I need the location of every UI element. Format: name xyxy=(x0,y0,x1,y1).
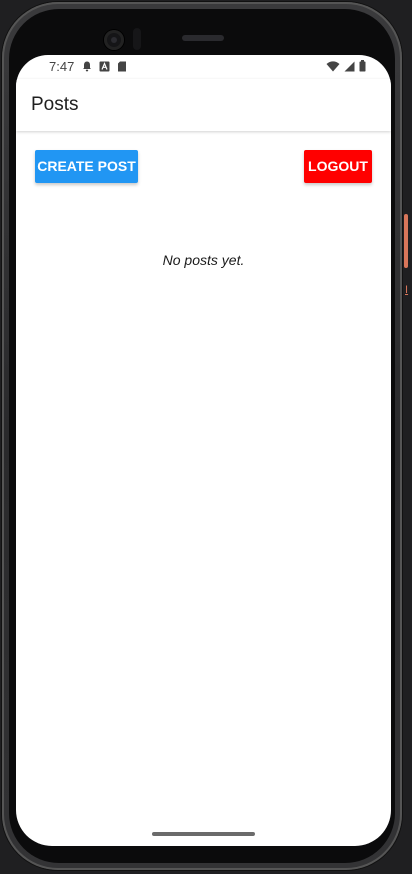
logout-button[interactable]: LOGOUT xyxy=(304,150,372,183)
signal-icon xyxy=(344,60,355,75)
sd-card-icon xyxy=(117,61,127,72)
empty-posts-message: No posts yet. xyxy=(162,252,245,268)
app-bar: Posts xyxy=(16,79,391,131)
status-system-icons xyxy=(326,60,366,75)
status-bar: 7:47 xyxy=(16,55,391,79)
side-link-fragment: I xyxy=(405,284,409,296)
bell-icon xyxy=(82,61,92,72)
create-post-button[interactable]: CREATE POST xyxy=(35,150,138,183)
front-camera-icon xyxy=(104,30,124,50)
status-notification-icons xyxy=(82,61,127,72)
a-icon xyxy=(99,61,110,72)
status-time: 7:47 xyxy=(49,59,75,74)
proximity-sensor xyxy=(133,28,141,50)
home-gesture-bar[interactable] xyxy=(152,832,255,836)
wifi-icon xyxy=(326,60,340,75)
battery-icon xyxy=(359,60,366,75)
earpiece-speaker xyxy=(182,35,224,41)
app-screen: 7:47 Posts CREATE POST LOGOUT No posts y… xyxy=(16,55,391,846)
page-title: Posts xyxy=(31,94,79,115)
side-accent-bar xyxy=(404,214,408,268)
